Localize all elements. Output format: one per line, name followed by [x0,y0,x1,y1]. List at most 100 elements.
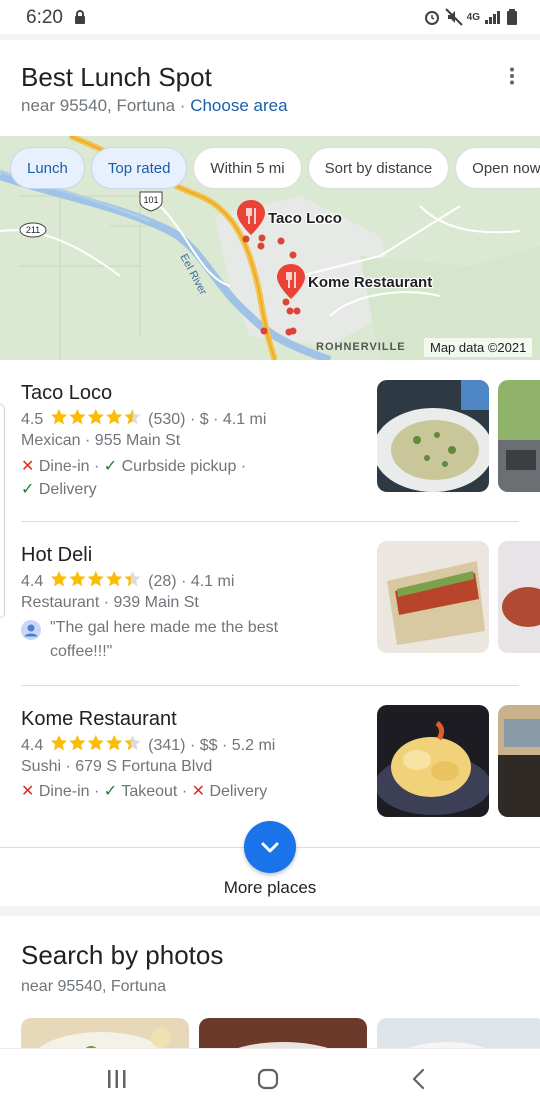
price-distance: · $$ · 5.2 mi [189,737,276,754]
review-snippet: coffee!!!" [50,643,113,660]
rating-line: 4.4 (341) · $$ · 5.2 mi [21,734,275,755]
star-rating [50,571,141,587]
reviewer-avatar-icon [21,620,41,640]
results-map[interactable]: 101 211 Taco Loco Kome Restaurant Eel Ri… [0,136,540,360]
service-label: Takeout · [121,783,192,800]
results-header: Best Lunch Spot near 95540, Fortuna · Ch… [0,40,540,136]
alarm-icon [424,11,439,25]
recent-apps-icon[interactable] [106,1069,128,1089]
star-icon [50,409,67,425]
map-attribution: Map data ©2021 [424,338,533,357]
place-photo[interactable] [498,380,540,492]
chip-sort-by-distance[interactable]: Sort by distance [307,147,450,189]
listing-hot-deli[interactable]: Hot Deli 4.4 (28) · 4.1 mi Restaurant · … [0,530,540,680]
rating-value: 4.5 [21,411,44,428]
home-icon[interactable] [257,1068,279,1090]
place-name[interactable]: Taco Loco [21,382,112,405]
cross-icon: ✕ [21,458,39,475]
place-photo[interactable] [377,380,489,492]
status-bar: 6:20 4G [0,0,540,34]
svg-text:211: 211 [26,225,40,235]
chip-top-rated[interactable]: Top rated [90,147,188,189]
more-places[interactable]: More places [0,820,540,906]
rating-value: 4.4 [21,573,44,590]
star-icon [105,735,122,751]
search-by-photos: Search by photos near 95540, Fortuna [0,916,540,1048]
svg-text:101: 101 [143,195,158,205]
star-icon [69,409,86,425]
location-line: near 95540, Fortuna · Choose area [21,96,288,116]
list-divider [21,685,519,686]
more-options-icon[interactable] [502,66,522,86]
signal-icon [485,11,500,24]
list-divider [21,521,519,522]
star-rating [50,409,141,425]
place-name[interactable]: Kome Restaurant [21,708,177,731]
service-label: Curbside pickup · [121,458,247,475]
category-address: Restaurant · 939 Main St [21,594,199,611]
category-address: Mexican · 955 Main St [21,432,181,449]
services-line: ✓ Delivery [21,479,97,499]
service-label: Delivery [38,481,97,498]
status-time: 6:20 [26,7,63,28]
star-icon [50,735,67,751]
check-icon: ✓ [103,458,122,475]
star-icon [105,409,122,425]
services-line: ✕ Dine-in · ✓ Curbside pickup · [21,456,246,476]
services-line: ✕ Dine-in · ✓ Takeout · ✕ Delivery [21,781,267,801]
chip-within-5-mi[interactable]: Within 5 mi [193,147,302,189]
town-label: ROHNERVILLE [316,341,406,353]
section-subtitle: near 95540, Fortuna [21,978,166,995]
filter-chips: Lunch Top rated Within 5 mi Sort by dist… [10,147,540,189]
choose-area-link[interactable]: Choose area [190,96,287,115]
star-icon [50,571,67,587]
star-icon [69,571,86,587]
pin-label-taco-loco[interactable]: Taco Loco [268,210,342,227]
star-icon [87,735,104,751]
place-photo[interactable] [377,541,489,653]
battery-icon [507,9,517,25]
mute-icon [444,8,463,26]
service-label: Delivery [209,783,268,800]
rating-value: 4.4 [21,737,44,754]
chevron-down-icon [261,842,279,853]
cross-icon: ✕ [191,783,210,800]
review-count: (341) [148,737,186,754]
service-label: Dine-in · [38,783,104,800]
rating-line: 4.4 (28) · 4.1 mi [21,570,234,591]
check-icon: ✓ [103,783,122,800]
review-count: (28) [148,573,177,590]
place-name[interactable]: Hot Deli [21,544,92,567]
chip-open-now[interactable]: Open now [455,147,540,189]
more-places-label[interactable]: More places [0,878,540,898]
place-photo[interactable] [498,541,540,653]
back-icon[interactable] [410,1068,428,1090]
price-distance: · $ · 4.1 mi [189,411,267,428]
review-snippet: "The gal here made me the best [50,619,279,636]
listing-taco-loco[interactable]: Taco Loco 4.5 (530) · $ · 4.1 mi Mexican… [0,368,540,518]
route-211-shield: 211 [19,222,47,238]
star-icon [87,409,104,425]
photo-tile[interactable] [199,1018,367,1048]
star-icon [124,571,141,587]
chip-lunch[interactable]: Lunch [10,147,85,189]
star-icon [69,735,86,751]
photo-tile[interactable] [21,1018,189,1048]
rating-line: 4.5 (530) · $ · 4.1 mi [21,408,266,429]
place-photo[interactable] [498,705,540,817]
star-icon [124,735,141,751]
cross-icon: ✕ [21,783,39,800]
photo-tile[interactable] [377,1018,540,1048]
place-photo[interactable] [377,705,489,817]
section-title: Search by photos [21,940,224,970]
network-type: 4G [466,11,480,23]
expand-button[interactable] [244,821,296,873]
page-title: Best Lunch Spot [21,62,212,92]
star-rating [50,735,141,751]
star-icon [124,409,141,425]
star-icon [87,571,104,587]
lock-icon [75,10,85,24]
system-nav-bar [0,1048,540,1110]
check-icon: ✓ [21,481,39,498]
pin-label-kome[interactable]: Kome Restaurant [308,274,432,291]
